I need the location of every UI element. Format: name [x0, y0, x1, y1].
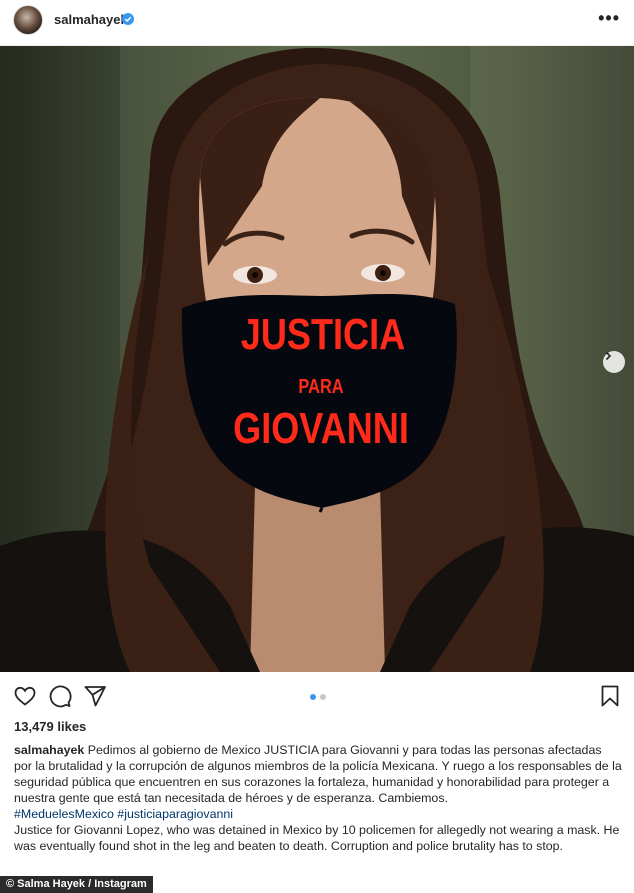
post-caption: salmahayek Pedimos al gobierno de Mexico… [14, 742, 622, 854]
post-photo[interactable]: JUSTICIA PARA GIOVANNI [0, 46, 634, 672]
verified-badge-icon [122, 13, 134, 25]
caption-hashtags[interactable]: #MeduelesMexico #justiciaparagiovanni [14, 806, 622, 822]
caption-translation: Justice for Giovanni Lopez, who was deta… [14, 823, 620, 853]
action-bar [0, 672, 634, 716]
caption-text: Pedimos al gobierno de Mexico JUSTICIA p… [14, 743, 622, 805]
carousel-dot-active [310, 694, 316, 700]
post-username[interactable]: salmahayek [54, 12, 128, 27]
carousel-next-button[interactable] [603, 351, 625, 373]
mask-text-line1: JUSTICIA [240, 310, 406, 359]
chevron-right-icon [605, 351, 612, 361]
bookmark-icon[interactable] [598, 684, 622, 708]
more-options-button[interactable]: ••• [598, 8, 620, 29]
carousel-dots [310, 694, 326, 700]
heart-icon[interactable] [13, 684, 37, 708]
mask-text-line3: GIOVANNI [233, 404, 409, 453]
photo-credit: © Salma Hayek / Instagram [0, 876, 153, 893]
avatar[interactable] [13, 5, 43, 35]
carousel-dot [320, 694, 326, 700]
caption-username[interactable]: salmahayek [14, 743, 84, 757]
mask-text-line2: PARA [298, 376, 344, 398]
share-icon[interactable] [83, 684, 107, 708]
post-header: salmahayek ••• [0, 0, 634, 46]
comment-icon[interactable] [48, 684, 72, 708]
likes-count[interactable]: 13,479 likes [14, 719, 86, 734]
